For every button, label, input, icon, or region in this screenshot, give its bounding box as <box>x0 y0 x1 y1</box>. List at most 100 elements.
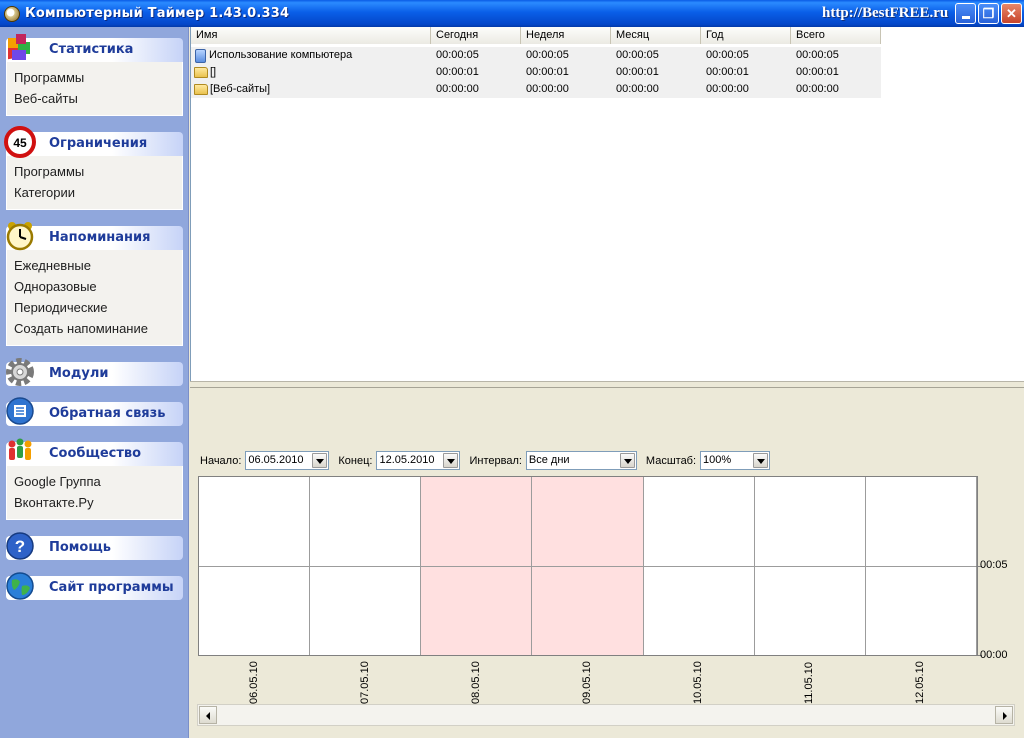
minimize-button[interactable] <box>955 3 976 24</box>
row-week: 00:00:05 <box>526 49 569 61</box>
start-date-picker[interactable]: 06.05.2010 <box>245 451 330 470</box>
table-row[interactable]: Использование компьютера 00:00:05 00:00:… <box>191 47 881 64</box>
app-clock-icon[interactable] <box>4 5 20 22</box>
close-icon: ✕ <box>1006 6 1017 21</box>
group-feedback-header[interactable]: Обратная связь <box>6 397 183 426</box>
end-date-picker[interactable]: 12.05.2010 <box>376 451 461 470</box>
y-tick-label: 00:00 <box>980 649 1008 661</box>
sidebar-item-periodic[interactable]: Периодические <box>14 297 182 318</box>
group-modules-title: Модули <box>49 366 109 381</box>
title-bar[interactable]: Компьютерный Таймер 1.43.0.334 http://Be… <box>0 0 1024 27</box>
statistics-icon <box>8 34 30 60</box>
column-week[interactable]: Неделя <box>521 27 611 44</box>
column-year[interactable]: Год <box>701 27 791 44</box>
group-community-body: Google Группа Вконтакте.Ру <box>6 466 183 520</box>
start-date-value: 06.05.2010 <box>248 454 304 466</box>
group-statistics-body: Программы Веб-сайты <box>6 62 183 116</box>
group-community-header[interactable]: Сообщество <box>6 438 183 466</box>
scale-select[interactable]: 100% <box>700 451 771 470</box>
usage-list[interactable]: Имя Сегодня Неделя Месяц Год Всего Испол… <box>190 27 1024 381</box>
scale-label: Масштаб: <box>645 454 697 467</box>
column-total[interactable]: Всего <box>791 27 881 44</box>
column-name[interactable]: Имя <box>191 27 431 44</box>
column-month[interactable]: Месяц <box>611 27 701 44</box>
usage-chart <box>198 476 978 656</box>
scroll-left-icon[interactable] <box>199 706 217 724</box>
sidebar-item-limit-categories[interactable]: Категории <box>14 182 182 203</box>
interval-select[interactable]: Все дни <box>525 451 637 470</box>
people-icon <box>8 438 32 460</box>
row-year: 00:00:00 <box>706 83 749 95</box>
table-row[interactable]: [Веб-сайты] 00:00:00 00:00:00 00:00:00 0… <box>191 81 881 98</box>
list-header: Имя Сегодня Неделя Месяц Год Всего <box>191 27 881 44</box>
sidebar-item-google-group[interactable]: Google Группа <box>14 471 182 492</box>
svg-text:?: ? <box>15 537 25 556</box>
alarm-clock-icon <box>6 222 34 251</box>
chevron-down-icon[interactable] <box>619 453 635 468</box>
folder-icon <box>194 84 208 95</box>
x-tick-label: 12.05.10 <box>914 661 927 704</box>
help-icon: ? <box>6 532 34 560</box>
group-website-header[interactable]: Сайт программы <box>6 572 183 600</box>
globe-icon <box>6 572 34 600</box>
computer-icon <box>195 48 206 63</box>
column-today[interactable]: Сегодня <box>431 27 521 44</box>
speed-limit-icon: 45 <box>4 126 36 158</box>
row-week: 00:00:00 <box>526 83 569 95</box>
filter-bar: Начало: 06.05.2010 Конец: 12.05.2010 Инт… <box>200 451 779 470</box>
row-year: 00:00:05 <box>706 49 749 61</box>
group-limits: 45 Ограничения Программы Категории <box>4 126 183 210</box>
row-week: 00:00:01 <box>526 66 569 78</box>
x-tick-label: 10.05.10 <box>692 661 705 704</box>
group-limits-title: Ограничения <box>49 136 148 151</box>
panel-splitter[interactable] <box>190 381 1024 388</box>
sidebar-item-stat-programs[interactable]: Программы <box>14 67 182 88</box>
close-button[interactable]: ✕ <box>1001 3 1022 24</box>
group-limits-header[interactable]: 45 Ограничения <box>4 126 183 158</box>
table-row[interactable]: [] 00:00:01 00:00:01 00:00:01 00:00:01 0… <box>191 64 881 81</box>
group-help-title: Помощь <box>49 540 111 555</box>
window-title: Компьютерный Таймер 1.43.0.334 <box>25 6 290 21</box>
row-total: 00:00:05 <box>796 49 839 61</box>
group-modules-header[interactable]: Модули <box>6 358 183 386</box>
folder-icon <box>194 67 208 78</box>
group-reminders-header[interactable]: Напоминания <box>6 222 183 251</box>
sidebar-item-stat-websites[interactable]: Веб-сайты <box>14 88 182 109</box>
row-total: 00:00:01 <box>796 66 839 78</box>
group-feedback: Обратная связь <box>6 397 183 426</box>
row-total: 00:00:00 <box>796 83 839 95</box>
row-today: 00:00:05 <box>436 49 479 61</box>
chevron-down-icon[interactable] <box>753 453 769 468</box>
group-help: ? Помощь <box>6 532 183 560</box>
chevron-down-icon[interactable] <box>443 453 459 468</box>
group-community-title: Сообщество <box>49 446 142 461</box>
chevron-down-icon[interactable] <box>312 453 328 468</box>
group-limits-body: Программы Категории <box>6 156 183 210</box>
sidebar-item-vkontakte[interactable]: Вконтакте.Ру <box>14 492 182 513</box>
scroll-right-icon[interactable] <box>995 706 1013 724</box>
row-name: [Веб-сайты] <box>210 83 271 95</box>
group-reminders-title: Напоминания <box>49 230 151 245</box>
group-statistics-title: Статистика <box>49 42 134 57</box>
maximize-button[interactable]: ❐ <box>978 3 999 24</box>
horizontal-scrollbar[interactable] <box>197 704 1015 726</box>
row-year: 00:00:01 <box>706 66 749 78</box>
group-website: Сайт программы <box>6 572 183 600</box>
sidebar-item-one-time[interactable]: Одноразовые <box>14 276 182 297</box>
group-help-header[interactable]: ? Помощь <box>6 532 183 560</box>
row-month: 00:00:05 <box>616 49 659 61</box>
group-modules: Модули <box>6 358 183 386</box>
sidebar-item-create-reminder[interactable]: Создать напоминание <box>14 318 182 339</box>
sidebar-item-daily[interactable]: Ежедневные <box>14 255 182 276</box>
row-name: Использование компьютера <box>209 49 353 61</box>
end-label: Конец: <box>338 454 373 467</box>
group-statistics: Статистика Программы Веб-сайты <box>6 34 183 116</box>
sidebar-item-limit-programs[interactable]: Программы <box>14 161 182 182</box>
group-reminders-body: Ежедневные Одноразовые Периодические Соз… <box>6 250 183 346</box>
site-link[interactable]: http://BestFREE.ru <box>822 5 948 22</box>
chart-gridline <box>199 566 977 567</box>
list-body: Использование компьютера 00:00:05 00:00:… <box>191 47 881 98</box>
group-statistics-header[interactable]: Статистика <box>6 34 183 62</box>
start-label: Начало: <box>200 454 242 467</box>
svg-text:45: 45 <box>13 136 27 150</box>
